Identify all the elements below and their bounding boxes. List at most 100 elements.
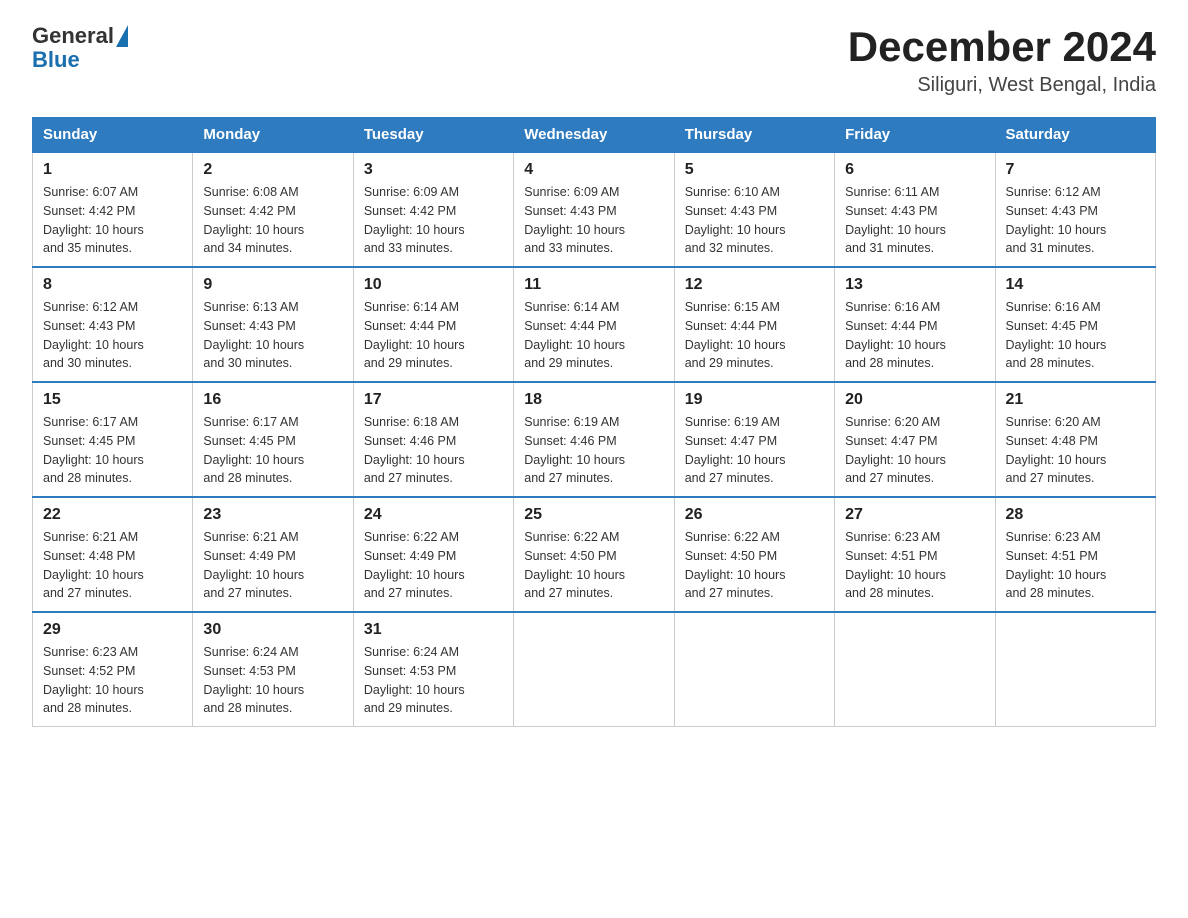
day-number: 18 — [524, 391, 663, 409]
day-info: Sunrise: 6:10 AM Sunset: 4:43 PM Dayligh… — [685, 183, 824, 258]
day-info: Sunrise: 6:22 AM Sunset: 4:49 PM Dayligh… — [364, 528, 503, 603]
calendar-cell: 9 Sunrise: 6:13 AM Sunset: 4:43 PM Dayli… — [193, 267, 353, 382]
calendar-cell: 15 Sunrise: 6:17 AM Sunset: 4:45 PM Dayl… — [33, 382, 193, 497]
calendar-cell: 4 Sunrise: 6:09 AM Sunset: 4:43 PM Dayli… — [514, 152, 674, 267]
day-info: Sunrise: 6:19 AM Sunset: 4:46 PM Dayligh… — [524, 413, 663, 488]
week-row-4: 22 Sunrise: 6:21 AM Sunset: 4:48 PM Dayl… — [33, 497, 1156, 612]
day-info: Sunrise: 6:16 AM Sunset: 4:44 PM Dayligh… — [845, 298, 984, 373]
day-info: Sunrise: 6:17 AM Sunset: 4:45 PM Dayligh… — [203, 413, 342, 488]
day-info: Sunrise: 6:22 AM Sunset: 4:50 PM Dayligh… — [685, 528, 824, 603]
day-info: Sunrise: 6:07 AM Sunset: 4:42 PM Dayligh… — [43, 183, 182, 258]
calendar-cell: 18 Sunrise: 6:19 AM Sunset: 4:46 PM Dayl… — [514, 382, 674, 497]
calendar-cell: 30 Sunrise: 6:24 AM Sunset: 4:53 PM Dayl… — [193, 612, 353, 727]
day-number: 1 — [43, 161, 182, 179]
day-number: 26 — [685, 506, 824, 524]
day-info: Sunrise: 6:21 AM Sunset: 4:48 PM Dayligh… — [43, 528, 182, 603]
day-number: 7 — [1006, 161, 1145, 179]
header-sunday: Sunday — [33, 118, 193, 153]
day-info: Sunrise: 6:14 AM Sunset: 4:44 PM Dayligh… — [524, 298, 663, 373]
day-number: 9 — [203, 276, 342, 294]
days-header-row: SundayMondayTuesdayWednesdayThursdayFrid… — [33, 118, 1156, 153]
day-info: Sunrise: 6:23 AM Sunset: 4:51 PM Dayligh… — [1006, 528, 1145, 603]
header-wednesday: Wednesday — [514, 118, 674, 153]
day-number: 25 — [524, 506, 663, 524]
month-year-title: December 2024 — [848, 24, 1156, 70]
week-row-1: 1 Sunrise: 6:07 AM Sunset: 4:42 PM Dayli… — [33, 152, 1156, 267]
day-number: 31 — [364, 621, 503, 639]
day-number: 4 — [524, 161, 663, 179]
calendar-cell: 25 Sunrise: 6:22 AM Sunset: 4:50 PM Dayl… — [514, 497, 674, 612]
logo-text-blue: Blue — [32, 47, 80, 72]
day-number: 29 — [43, 621, 182, 639]
calendar-cell: 24 Sunrise: 6:22 AM Sunset: 4:49 PM Dayl… — [353, 497, 513, 612]
logo-triangle-icon — [116, 25, 128, 47]
calendar-cell: 7 Sunrise: 6:12 AM Sunset: 4:43 PM Dayli… — [995, 152, 1155, 267]
day-info: Sunrise: 6:18 AM Sunset: 4:46 PM Dayligh… — [364, 413, 503, 488]
calendar-cell: 17 Sunrise: 6:18 AM Sunset: 4:46 PM Dayl… — [353, 382, 513, 497]
day-info: Sunrise: 6:08 AM Sunset: 4:42 PM Dayligh… — [203, 183, 342, 258]
day-number: 13 — [845, 276, 984, 294]
calendar-cell: 14 Sunrise: 6:16 AM Sunset: 4:45 PM Dayl… — [995, 267, 1155, 382]
week-row-5: 29 Sunrise: 6:23 AM Sunset: 4:52 PM Dayl… — [33, 612, 1156, 727]
day-info: Sunrise: 6:23 AM Sunset: 4:51 PM Dayligh… — [845, 528, 984, 603]
calendar-cell: 19 Sunrise: 6:19 AM Sunset: 4:47 PM Dayl… — [674, 382, 834, 497]
calendar-cell: 12 Sunrise: 6:15 AM Sunset: 4:44 PM Dayl… — [674, 267, 834, 382]
logo-text-general: General — [32, 24, 114, 48]
day-number: 30 — [203, 621, 342, 639]
day-info: Sunrise: 6:24 AM Sunset: 4:53 PM Dayligh… — [203, 643, 342, 718]
day-info: Sunrise: 6:21 AM Sunset: 4:49 PM Dayligh… — [203, 528, 342, 603]
calendar-cell: 13 Sunrise: 6:16 AM Sunset: 4:44 PM Dayl… — [835, 267, 995, 382]
calendar-cell: 16 Sunrise: 6:17 AM Sunset: 4:45 PM Dayl… — [193, 382, 353, 497]
calendar-cell — [835, 612, 995, 727]
day-number: 19 — [685, 391, 824, 409]
day-number: 3 — [364, 161, 503, 179]
day-number: 16 — [203, 391, 342, 409]
calendar-cell: 20 Sunrise: 6:20 AM Sunset: 4:47 PM Dayl… — [835, 382, 995, 497]
day-info: Sunrise: 6:20 AM Sunset: 4:47 PM Dayligh… — [845, 413, 984, 488]
calendar-cell — [995, 612, 1155, 727]
day-number: 6 — [845, 161, 984, 179]
day-number: 10 — [364, 276, 503, 294]
logo: General Blue — [32, 24, 128, 72]
day-number: 20 — [845, 391, 984, 409]
day-number: 24 — [364, 506, 503, 524]
calendar-cell: 6 Sunrise: 6:11 AM Sunset: 4:43 PM Dayli… — [835, 152, 995, 267]
header-saturday: Saturday — [995, 118, 1155, 153]
day-info: Sunrise: 6:11 AM Sunset: 4:43 PM Dayligh… — [845, 183, 984, 258]
day-info: Sunrise: 6:17 AM Sunset: 4:45 PM Dayligh… — [43, 413, 182, 488]
day-number: 12 — [685, 276, 824, 294]
day-info: Sunrise: 6:13 AM Sunset: 4:43 PM Dayligh… — [203, 298, 342, 373]
calendar-cell: 31 Sunrise: 6:24 AM Sunset: 4:53 PM Dayl… — [353, 612, 513, 727]
day-number: 11 — [524, 276, 663, 294]
day-number: 27 — [845, 506, 984, 524]
calendar-cell: 3 Sunrise: 6:09 AM Sunset: 4:42 PM Dayli… — [353, 152, 513, 267]
day-info: Sunrise: 6:12 AM Sunset: 4:43 PM Dayligh… — [1006, 183, 1145, 258]
calendar-cell: 22 Sunrise: 6:21 AM Sunset: 4:48 PM Dayl… — [33, 497, 193, 612]
calendar-cell: 23 Sunrise: 6:21 AM Sunset: 4:49 PM Dayl… — [193, 497, 353, 612]
page-header: General Blue December 2024 Siliguri, Wes… — [32, 24, 1156, 97]
day-number: 14 — [1006, 276, 1145, 294]
calendar-cell: 10 Sunrise: 6:14 AM Sunset: 4:44 PM Dayl… — [353, 267, 513, 382]
day-info: Sunrise: 6:20 AM Sunset: 4:48 PM Dayligh… — [1006, 413, 1145, 488]
day-number: 22 — [43, 506, 182, 524]
calendar-cell — [514, 612, 674, 727]
day-info: Sunrise: 6:16 AM Sunset: 4:45 PM Dayligh… — [1006, 298, 1145, 373]
calendar-cell: 27 Sunrise: 6:23 AM Sunset: 4:51 PM Dayl… — [835, 497, 995, 612]
day-info: Sunrise: 6:09 AM Sunset: 4:43 PM Dayligh… — [524, 183, 663, 258]
header-monday: Monday — [193, 118, 353, 153]
day-info: Sunrise: 6:09 AM Sunset: 4:42 PM Dayligh… — [364, 183, 503, 258]
calendar-table: SundayMondayTuesdayWednesdayThursdayFrid… — [32, 117, 1156, 727]
calendar-cell: 8 Sunrise: 6:12 AM Sunset: 4:43 PM Dayli… — [33, 267, 193, 382]
calendar-cell — [674, 612, 834, 727]
header-thursday: Thursday — [674, 118, 834, 153]
calendar-cell: 2 Sunrise: 6:08 AM Sunset: 4:42 PM Dayli… — [193, 152, 353, 267]
title-block: December 2024 Siliguri, West Bengal, Ind… — [848, 24, 1156, 97]
day-info: Sunrise: 6:19 AM Sunset: 4:47 PM Dayligh… — [685, 413, 824, 488]
week-row-2: 8 Sunrise: 6:12 AM Sunset: 4:43 PM Dayli… — [33, 267, 1156, 382]
day-info: Sunrise: 6:14 AM Sunset: 4:44 PM Dayligh… — [364, 298, 503, 373]
day-number: 21 — [1006, 391, 1145, 409]
location-subtitle: Siliguri, West Bengal, India — [848, 74, 1156, 97]
calendar-cell: 28 Sunrise: 6:23 AM Sunset: 4:51 PM Dayl… — [995, 497, 1155, 612]
day-info: Sunrise: 6:23 AM Sunset: 4:52 PM Dayligh… — [43, 643, 182, 718]
calendar-cell: 21 Sunrise: 6:20 AM Sunset: 4:48 PM Dayl… — [995, 382, 1155, 497]
